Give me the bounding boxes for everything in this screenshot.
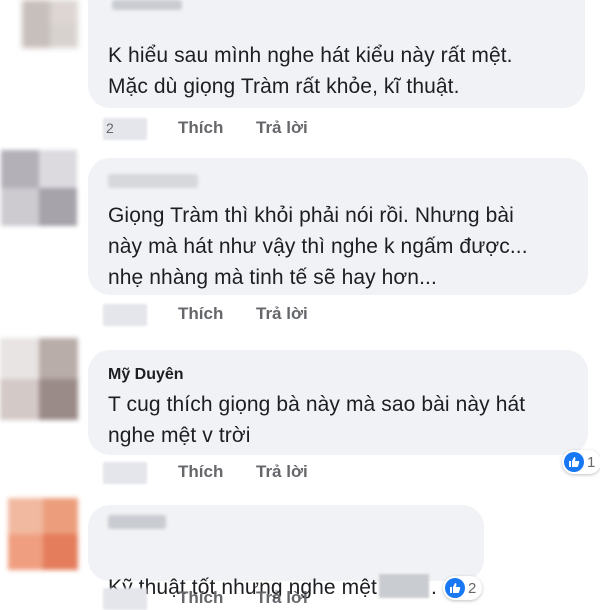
blurred-author-name [108, 515, 166, 529]
comment-text-end: . [430, 576, 437, 599]
like-button[interactable]: Thích [178, 462, 223, 482]
comment-text: Giọng Tràm thì khỏi phải nói rồi. Nhưng … [108, 204, 528, 289]
timestamp [103, 304, 147, 326]
blurred-author-name [112, 0, 182, 10]
avatar[interactable] [0, 338, 78, 420]
timestamp [103, 462, 147, 484]
comment-text: K hiểu sau mình nghe hát kiểu này rất mệ… [108, 44, 513, 98]
avatar[interactable] [8, 498, 78, 570]
like-button[interactable]: Thích [178, 304, 223, 324]
blurred-author-name [108, 174, 198, 188]
like-button[interactable]: Thích [178, 588, 223, 608]
censored-word [378, 574, 429, 598]
reaction-count-text: 1 [587, 453, 596, 471]
avatar[interactable] [22, 0, 78, 48]
timestamp [103, 588, 147, 610]
comment-text: T cug thích giọng bà này mà sao bài này … [108, 393, 526, 447]
reply-button[interactable]: Trả lời [256, 588, 308, 608]
comment-text-start: Kỹ thuật tốt nhưng nghe mệt [108, 576, 377, 599]
avatar[interactable] [1, 150, 77, 226]
reaction-count[interactable]: 2 [443, 576, 483, 600]
like-button[interactable]: Thích [178, 118, 223, 138]
reaction-count[interactable]: 1 [562, 450, 600, 474]
like-icon [445, 578, 465, 598]
like-icon [564, 452, 584, 472]
reply-button[interactable]: Trả lời [256, 118, 308, 138]
author-name[interactable]: Mỹ Duyên [108, 366, 184, 384]
reply-button[interactable]: Trả lời [256, 304, 308, 324]
timestamp-text: 2 [106, 120, 114, 136]
reaction-count-text: 2 [468, 579, 477, 597]
reply-button[interactable]: Trả lời [256, 462, 308, 482]
